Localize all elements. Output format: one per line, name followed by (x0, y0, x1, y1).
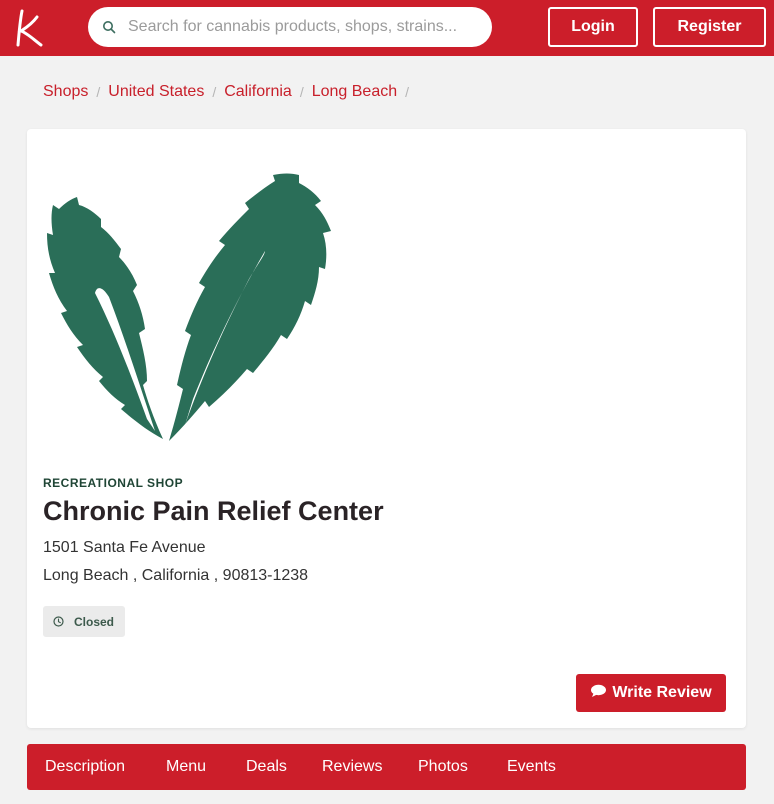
tab-events[interactable]: Events (507, 758, 556, 776)
tab-menu[interactable]: Menu (166, 758, 206, 776)
breadcrumb-separator: / (212, 84, 217, 100)
address-line-1: 1501 Santa Fe Avenue (43, 539, 206, 556)
tab-reviews[interactable]: Reviews (322, 758, 382, 776)
shop-logo-leaf-icon (47, 173, 331, 441)
clock-icon (53, 616, 64, 627)
breadcrumb-united-states[interactable]: United States (108, 83, 204, 101)
login-button[interactable]: Login (548, 7, 638, 47)
breadcrumb-separator: / (299, 84, 304, 100)
shop-card: RECREATIONAL SHOP Chronic Pain Relief Ce… (27, 129, 746, 728)
write-review-label: Write Review (612, 684, 712, 701)
shop-type-label: RECREATIONAL SHOP (43, 476, 184, 490)
search-icon (102, 20, 116, 34)
comment-icon (590, 684, 607, 703)
breadcrumb-separator: / (96, 84, 101, 100)
register-button[interactable]: Register (653, 7, 766, 47)
breadcrumb-long-beach[interactable]: Long Beach (312, 83, 397, 101)
breadcrumb: Shops / United States / California / Lon… (43, 81, 417, 103)
shop-name: Chronic Pain Relief Center (43, 496, 384, 526)
breadcrumb-shops[interactable]: Shops (43, 83, 88, 101)
search-bar[interactable] (88, 7, 492, 47)
write-review-button[interactable]: Write Review (576, 674, 726, 712)
kush-logo-icon[interactable] (13, 7, 47, 49)
shop-tabs: Description Menu Deals Reviews Photos Ev… (27, 744, 746, 790)
status-badge: Closed (43, 606, 125, 637)
breadcrumb-separator: / (405, 84, 409, 100)
top-header: Login Register (0, 0, 774, 56)
search-input[interactable] (128, 18, 478, 36)
tab-deals[interactable]: Deals (246, 758, 287, 776)
tab-photos[interactable]: Photos (418, 758, 468, 776)
breadcrumb-california[interactable]: California (224, 83, 292, 101)
status-text: Closed (74, 614, 115, 629)
tab-description[interactable]: Description (45, 758, 125, 776)
address-line-2: Long Beach , California , 90813-1238 (43, 567, 309, 584)
